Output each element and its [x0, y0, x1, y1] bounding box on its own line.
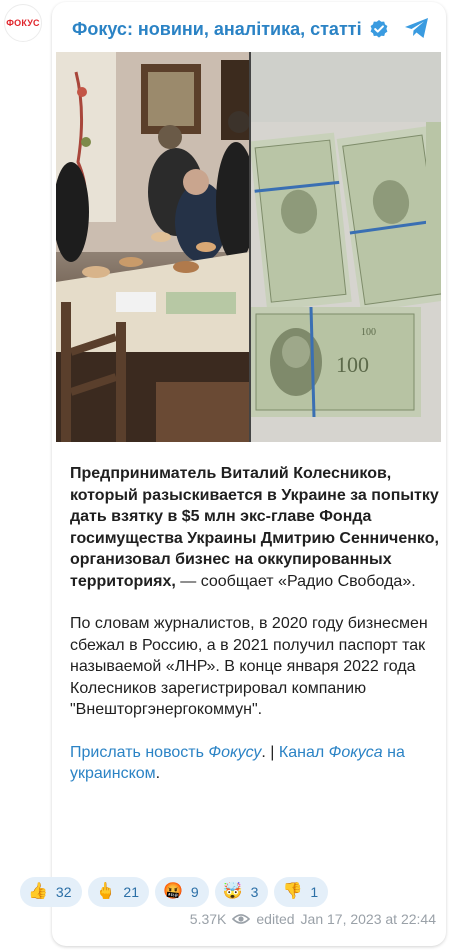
send-news-link[interactable]: Прислать новость Фокусу	[70, 744, 261, 761]
reaction-count: 9	[190, 884, 199, 900]
links-trailing-dot: .	[155, 765, 161, 782]
message-bubble: Фокус: новини, аналітика, статті 100 100…	[52, 2, 446, 946]
links-separator: . |	[261, 743, 279, 761]
view-count: 5.37K	[189, 911, 227, 927]
send-news-link-text: Прислать новость	[70, 743, 209, 761]
thumbs-down-icon: 👎	[282, 883, 303, 900]
reaction-thumbs-down[interactable]: 👎 1	[274, 877, 329, 907]
photo-cash-stacks: 100 100	[251, 52, 441, 442]
post-lead-bold: Предприниматель Виталий Колесников, кото…	[70, 465, 439, 590]
verified-badge-icon	[369, 19, 389, 39]
svg-text:100: 100	[336, 352, 369, 377]
message-footer: 5.37K edited Jan 17, 2023 at 22:44	[190, 911, 436, 927]
reaction-middle-finger[interactable]: 🖕 21	[87, 877, 149, 907]
photo-search-scene	[56, 52, 249, 442]
exploding-head-icon: 🤯	[222, 883, 243, 900]
channel-link-italic: Фокуса	[328, 743, 383, 761]
svg-text:100: 100	[361, 327, 376, 338]
avatar-logo-text: ФОКУС	[6, 18, 40, 28]
middle-finger-icon: 🖕	[95, 883, 116, 900]
channel-avatar[interactable]: ФОКУС	[4, 4, 42, 42]
channel-name[interactable]: Фокус: новини, аналітика, статті	[72, 19, 362, 40]
message-timestamp: Jan 17, 2023 at 22:44	[300, 911, 436, 927]
post-paragraph-1: Предприниматель Виталий Колесников, кото…	[70, 463, 440, 592]
post-paragraph-2: По словам журналистов, в 2020 году бизне…	[70, 615, 428, 718]
post-source-credit: — сообщает «Радио Свобода».	[175, 572, 416, 590]
post-links: Прислать новость Фокусу. | Канал Фокуса …	[70, 742, 440, 785]
reactions-bar: 👍 32 🖕 21 🤬 9 🤯 3 👎 1	[20, 877, 329, 907]
message-photo[interactable]: 100 100	[56, 52, 441, 442]
message-text: Предприниматель Виталий Колесников, кото…	[70, 463, 440, 806]
reaction-count: 32	[55, 884, 72, 900]
send-news-link-italic: Фокусу	[208, 743, 262, 761]
channel-link-text: Канал	[278, 743, 329, 761]
reaction-exploding-head[interactable]: 🤯 3	[214, 877, 269, 907]
message-header: Фокус: новини, аналітика, статті	[52, 2, 446, 56]
telegram-share-icon[interactable]	[402, 13, 432, 43]
eye-icon	[232, 913, 251, 925]
reaction-count: 3	[250, 884, 259, 900]
reaction-count: 21	[123, 884, 139, 900]
reaction-cursing-face[interactable]: 🤬 9	[155, 877, 209, 907]
reaction-thumbs-up[interactable]: 👍 32	[20, 877, 82, 907]
reaction-count: 1	[310, 884, 319, 900]
thumbs-up-icon: 👍	[28, 883, 48, 900]
edited-label: edited	[256, 911, 295, 927]
cursing-face-icon: 🤬	[163, 883, 183, 900]
